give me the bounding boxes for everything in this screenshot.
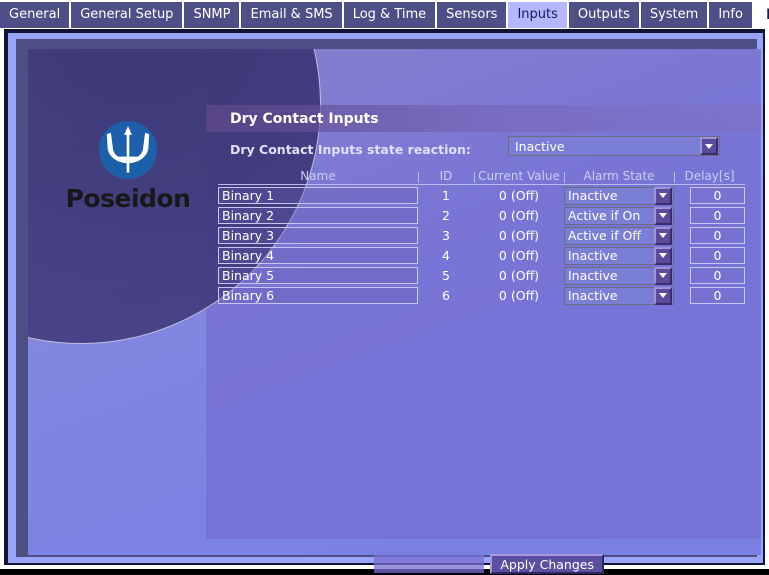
alarm-state-value: Inactive bbox=[568, 248, 618, 263]
table-row: Binary 4 4 0 (Off) Inactive 0 bbox=[218, 246, 745, 265]
table-row: Binary 2 2 0 (Off) Active if On 0 bbox=[218, 206, 745, 225]
tab-system[interactable]: System bbox=[640, 2, 710, 28]
input-id-value: 2 bbox=[442, 208, 450, 223]
input-name-field[interactable]: Binary 5 bbox=[218, 267, 418, 284]
input-current-value: 0 (Off) bbox=[498, 188, 540, 203]
state-reaction-dropdown[interactable]: Inactive bbox=[508, 136, 720, 156]
state-reaction-row: Dry Contact Inputs state reaction: Inact… bbox=[206, 136, 761, 162]
inputs-table: Name ID Current Value Alarm State Delay[… bbox=[218, 167, 745, 305]
alarm-state-dropdown[interactable]: Inactive bbox=[564, 186, 674, 205]
column-header-delay: Delay[s] bbox=[674, 169, 745, 185]
tab-snmp[interactable]: SNMP bbox=[184, 2, 242, 28]
input-name-field[interactable]: Binary 3 bbox=[218, 227, 418, 244]
app-root: General General Setup SNMP Email & SMS L… bbox=[0, 0, 769, 574]
column-header-alarm-state: Alarm State bbox=[564, 169, 674, 185]
apply-changes-button[interactable]: Apply Changes bbox=[490, 554, 604, 574]
alarm-state-value: Inactive bbox=[568, 288, 618, 303]
delay-cell: 0 bbox=[674, 247, 745, 264]
alarm-state-value: Inactive bbox=[568, 188, 618, 203]
state-reaction-label: Dry Contact Inputs state reaction: bbox=[230, 141, 471, 157]
table-header-row: Name ID Current Value Alarm State Delay[… bbox=[218, 167, 745, 185]
input-id-value: 3 bbox=[442, 228, 450, 243]
input-name-field[interactable]: Binary 6 bbox=[218, 287, 418, 304]
trident-icon bbox=[98, 120, 158, 180]
input-id-value: 5 bbox=[442, 268, 450, 283]
table-row: Binary 5 5 0 (Off) Inactive 0 bbox=[218, 266, 745, 285]
delay-field[interactable]: 0 bbox=[690, 207, 745, 224]
chevron-down-icon[interactable] bbox=[654, 206, 672, 225]
delay-field[interactable]: 0 bbox=[690, 187, 745, 204]
brand-logo: Poseidon bbox=[60, 117, 196, 213]
window-frame: Poseidon Dry Contact Inputs Dry Contact … bbox=[4, 29, 765, 574]
delay-field[interactable]: 0 bbox=[690, 227, 745, 244]
table-row: Binary 1 1 0 (Off) Inactive 0 bbox=[218, 186, 745, 205]
tab-sensors[interactable]: Sensors bbox=[437, 2, 509, 28]
delay-cell: 0 bbox=[674, 187, 745, 204]
tab-email-sms[interactable]: Email & SMS bbox=[241, 2, 344, 28]
alarm-state-value: Active if Off bbox=[568, 228, 641, 243]
column-header-name: Name bbox=[218, 169, 418, 185]
tab-log-time[interactable]: Log & Time bbox=[343, 2, 438, 28]
tab-info[interactable]: Info bbox=[709, 2, 754, 28]
delay-cell: 0 bbox=[674, 287, 745, 304]
table-row: Binary 3 3 0 (Off) Active if Off 0 bbox=[218, 226, 745, 245]
delay-cell: 0 bbox=[674, 207, 745, 224]
chevron-down-icon[interactable] bbox=[654, 266, 672, 285]
input-current-value: 0 (Off) bbox=[498, 248, 540, 263]
state-reaction-value: Inactive bbox=[515, 138, 565, 154]
input-current-value: 0 (Off) bbox=[498, 228, 540, 243]
chevron-down-icon[interactable] bbox=[654, 226, 672, 245]
alarm-state-value: Inactive bbox=[568, 268, 618, 283]
status-message-box bbox=[374, 555, 485, 573]
input-name-field[interactable]: Binary 4 bbox=[218, 247, 418, 264]
delay-field[interactable]: 0 bbox=[690, 287, 745, 304]
chevron-down-icon[interactable] bbox=[654, 246, 672, 265]
input-current-value: 0 (Off) bbox=[498, 208, 540, 223]
delay-cell: 0 bbox=[674, 267, 745, 284]
table-row: Binary 6 6 0 (Off) Inactive 0 bbox=[218, 286, 745, 305]
alarm-state-dropdown[interactable]: Active if Off bbox=[564, 226, 674, 245]
alarm-state-dropdown[interactable]: Inactive bbox=[564, 266, 674, 285]
chevron-down-icon[interactable] bbox=[654, 286, 672, 305]
column-header-current-value: Current Value bbox=[474, 169, 564, 185]
alarm-state-value: Active if On bbox=[568, 208, 641, 223]
input-id-value: 1 bbox=[442, 188, 450, 203]
delay-cell: 0 bbox=[674, 227, 745, 244]
footer-bar: Apply Changes bbox=[374, 553, 604, 575]
column-header-id: ID bbox=[418, 169, 474, 185]
alarm-state-dropdown[interactable]: Inactive bbox=[564, 246, 674, 265]
alarm-state-dropdown[interactable]: Active if On bbox=[564, 206, 674, 225]
tab-general-setup[interactable]: General Setup bbox=[71, 2, 185, 28]
chevron-down-icon[interactable] bbox=[654, 186, 672, 205]
tab-general[interactable]: General bbox=[0, 2, 72, 28]
alarm-state-dropdown[interactable]: Inactive bbox=[564, 286, 674, 305]
input-name-field[interactable]: Binary 1 bbox=[218, 187, 418, 204]
tab-inputs[interactable]: Inputs bbox=[508, 2, 569, 28]
tab-bar: General General Setup SNMP Email & SMS L… bbox=[0, 0, 769, 29]
input-id-value: 4 bbox=[442, 248, 450, 263]
window-frame-band: Poseidon Dry Contact Inputs Dry Contact … bbox=[16, 39, 761, 574]
window-frame-inner: Poseidon Dry Contact Inputs Dry Contact … bbox=[8, 33, 763, 574]
section-header: Dry Contact Inputs bbox=[206, 105, 761, 132]
brand-name: Poseidon bbox=[65, 184, 191, 213]
tab-outputs[interactable]: Outputs bbox=[568, 2, 641, 28]
delay-field[interactable]: 0 bbox=[690, 267, 745, 284]
section-title: Dry Contact Inputs bbox=[230, 110, 379, 127]
chevron-down-icon[interactable] bbox=[700, 137, 718, 155]
input-current-value: 0 (Off) bbox=[498, 288, 540, 303]
input-name-field[interactable]: Binary 2 bbox=[218, 207, 418, 224]
delay-field[interactable]: 0 bbox=[690, 247, 745, 264]
input-current-value: 0 (Off) bbox=[498, 268, 540, 283]
input-id-value: 6 bbox=[442, 288, 450, 303]
